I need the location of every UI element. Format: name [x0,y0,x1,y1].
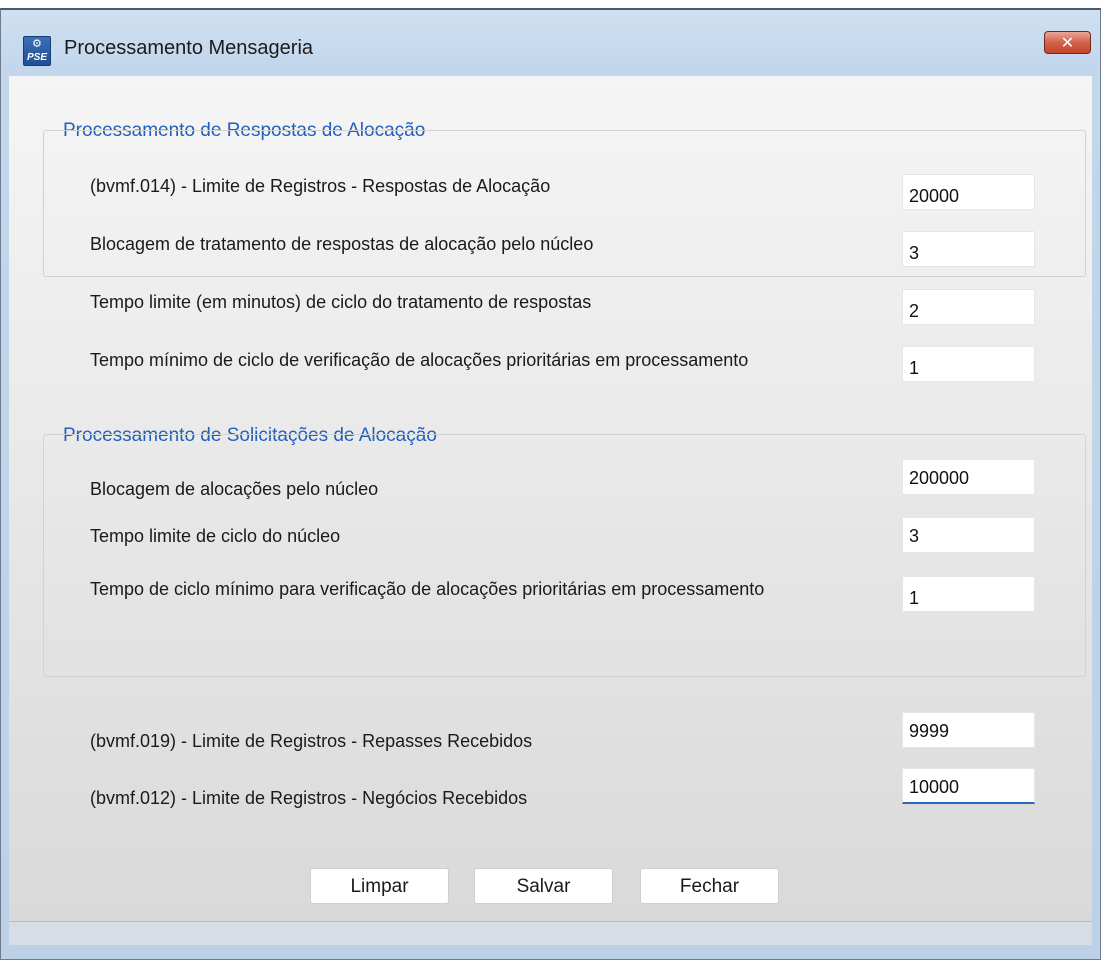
blocagem-alocacoes-label: Blocagem de alocações pelo núcleo [90,479,379,499]
close-button[interactable]: ✕ [1044,31,1091,54]
limite-negocios-label: (bvmf.012) - Limite de Registros - Negóc… [90,788,528,808]
status-bar [9,921,1092,945]
app-icon: ⚙ PSE [23,36,51,66]
tempo-limite-respostas-label: Tempo limite (em minutos) de ciclo do tr… [90,292,592,312]
close-icon: ✕ [1060,33,1075,52]
limite-respostas-input[interactable] [902,174,1035,210]
tempo-ciclo-minimo-label: Tempo de ciclo mínimo para verificação d… [90,579,765,599]
window-title: Processamento Mensageria [64,37,314,59]
app-icon-text: PSE [26,52,47,63]
limite-repasses-label: (bvmf.019) - Limite de Registros - Repas… [90,731,533,751]
limite-negocios-input[interactable] [902,768,1035,804]
tempo-minimo-respostas-label: Tempo mínimo de ciclo de verificação de … [90,350,749,370]
tempo-limite-nucleo-label: Tempo limite de ciclo do núcleo [90,526,341,546]
limite-repasses-input[interactable] [902,712,1035,748]
tempo-limite-nucleo-input[interactable] [902,517,1035,553]
fechar-button[interactable]: Fechar [640,868,779,904]
tempo-limite-respostas-input[interactable] [902,289,1035,325]
blocagem-respostas-input[interactable] [902,231,1035,267]
tempo-minimo-respostas-input[interactable] [902,346,1035,382]
limpar-button[interactable]: Limpar [310,868,449,904]
limite-respostas-label: (bvmf.014) - Limite de Registros - Respo… [90,176,551,196]
tempo-ciclo-minimo-input[interactable] [902,576,1035,612]
blocagem-alocacoes-input[interactable] [902,459,1035,495]
title-bar[interactable]: ⚙ PSE Processamento Mensageria ✕ [1,10,1100,82]
blocagem-respostas-label: Blocagem de tratamento de respostas de a… [90,234,594,254]
salvar-button[interactable]: Salvar [474,868,613,904]
gear-icon: ⚙ [32,37,42,50]
